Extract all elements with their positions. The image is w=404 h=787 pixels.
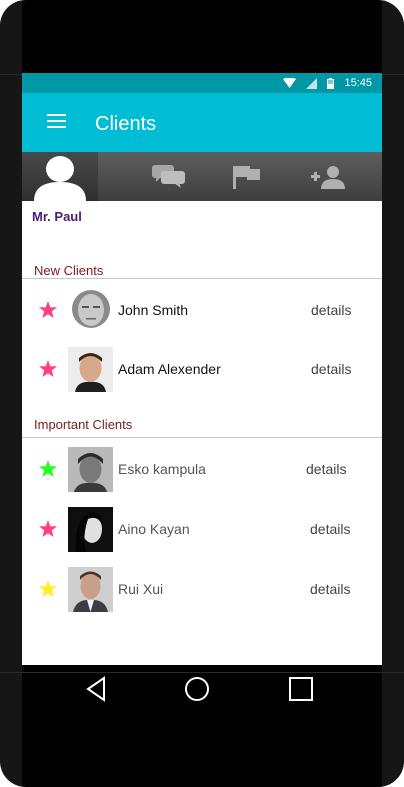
section-header-important-clients: Important Clients — [34, 417, 133, 432]
flag-icon — [233, 165, 260, 189]
avatar — [68, 347, 113, 392]
star-icon[interactable] — [38, 459, 58, 479]
signal-icon — [306, 77, 318, 89]
client-name: Rui Xui — [118, 581, 164, 597]
tab-messages[interactable] — [142, 152, 196, 201]
user-greeting: Mr. Paul — [32, 209, 82, 224]
home-icon[interactable] — [182, 674, 212, 704]
menu-icon[interactable] — [47, 114, 66, 128]
profile-icon — [34, 156, 86, 201]
status-bar: 15:45 — [22, 73, 382, 93]
system-nav-bar — [22, 665, 382, 715]
back-icon[interactable] — [82, 674, 112, 704]
star-icon[interactable] — [38, 359, 58, 379]
list-item[interactable]: John Smith details — [22, 282, 382, 340]
recents-icon[interactable] — [286, 674, 316, 704]
client-name: John Smith — [118, 302, 189, 318]
screen: 15:45 Clients Mr. Paul New Clients John … — [22, 73, 382, 665]
tab-bar — [22, 152, 382, 201]
client-name: Adam Alexender — [118, 361, 221, 377]
avatar — [72, 290, 110, 328]
section-divider — [22, 278, 382, 279]
add-user-icon — [311, 165, 345, 189]
section-header-new-clients: New Clients — [34, 263, 104, 278]
tab-add-user[interactable] — [302, 152, 356, 201]
details-link[interactable]: details — [310, 581, 350, 597]
battery-icon — [327, 77, 335, 89]
avatar — [68, 507, 113, 552]
phone-bezel-left — [0, 0, 22, 787]
phone-frame: 15:45 Clients Mr. Paul New Clients John … — [0, 0, 404, 787]
list-item[interactable]: Rui Xui details — [22, 561, 382, 619]
section-divider — [22, 437, 382, 438]
client-name: Esko kampula — [118, 461, 206, 477]
app-bar: Clients — [22, 93, 382, 152]
star-icon[interactable] — [38, 519, 58, 539]
list-item[interactable]: Aino Kayan details — [22, 501, 382, 559]
page-title: Clients — [95, 113, 157, 135]
list-item[interactable]: Esko kampula details — [22, 441, 382, 499]
list-item[interactable]: Adam Alexender details — [22, 341, 382, 399]
phone-bezel-right — [382, 0, 404, 787]
avatar — [68, 447, 113, 492]
tab-profile[interactable] — [22, 152, 98, 201]
star-icon[interactable] — [38, 579, 58, 599]
client-name: Aino Kayan — [118, 521, 190, 537]
details-link[interactable]: details — [311, 361, 351, 377]
details-link[interactable]: details — [306, 461, 346, 477]
status-time: 15:45 — [344, 77, 372, 89]
messages-icon — [152, 164, 185, 188]
wifi-icon — [283, 77, 297, 88]
star-icon[interactable] — [38, 300, 58, 320]
details-link[interactable]: details — [311, 302, 351, 318]
avatar — [68, 567, 113, 612]
details-link[interactable]: details — [310, 521, 350, 537]
tab-flag[interactable] — [222, 152, 272, 201]
